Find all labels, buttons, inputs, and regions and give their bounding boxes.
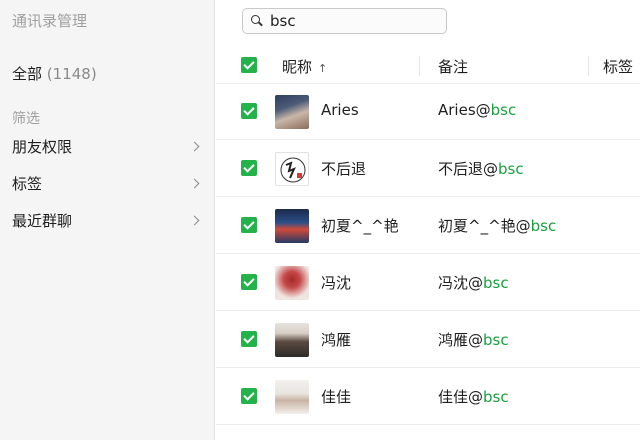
- row-checkbox[interactable]: [241, 103, 257, 119]
- all-label: 全部: [12, 65, 43, 83]
- table-row[interactable]: Aries Aries@bsc: [216, 84, 640, 140]
- row-checkbox[interactable]: [241, 217, 257, 233]
- row-checkbox[interactable]: [241, 274, 257, 290]
- avatar: [275, 209, 309, 243]
- search-icon: [251, 15, 263, 27]
- avatar: [275, 152, 309, 186]
- sidebar-item-recent-groups[interactable]: 最近群聊: [12, 208, 204, 232]
- sidebar-item-label: 标签: [12, 174, 43, 193]
- row-checkbox[interactable]: [241, 388, 257, 404]
- all-count: (1148): [46, 65, 97, 83]
- contact-nickname: 初夏^_^艳: [321, 217, 399, 235]
- row-checkbox[interactable]: [241, 331, 257, 347]
- contact-remark: 初夏^_^艳@bsc: [438, 217, 557, 235]
- search-box[interactable]: [242, 8, 447, 34]
- avatar: [275, 95, 309, 129]
- sidebar: 通讯录管理 全部 (1148) 筛选 朋友权限 标签 最近群聊: [0, 0, 215, 440]
- nickname-header-label: 昵称: [282, 58, 313, 76]
- chevron-right-icon: [189, 178, 200, 188]
- table-row[interactable]: 佳佳 佳佳@bsc: [216, 369, 640, 425]
- column-header-nickname[interactable]: 昵称 ↑: [282, 56, 327, 77]
- sidebar-item-label: 最近群聊: [12, 211, 73, 230]
- search-match-highlight: bsc: [498, 160, 524, 178]
- contact-nickname: 不后退: [321, 160, 367, 178]
- search-match-highlight: bsc: [483, 331, 509, 349]
- contact-remark: 不后退@bsc: [438, 160, 524, 178]
- table-row[interactable]: 冯沈 冯沈@bsc: [216, 255, 640, 311]
- column-header-tag[interactable]: 标签: [603, 56, 633, 77]
- contact-nickname: Aries: [321, 101, 359, 119]
- column-header-remark[interactable]: 备注: [438, 56, 468, 77]
- contact-remark: 鸿雁@bsc: [438, 331, 509, 349]
- sidebar-item-friend-permissions[interactable]: 朋友权限: [12, 134, 204, 158]
- table-row[interactable]: 鸿雁 鸿雁@bsc: [216, 312, 640, 368]
- search-input[interactable]: [270, 12, 440, 30]
- contact-remark: 佳佳@bsc: [438, 388, 509, 406]
- contact-nickname: 鸿雁: [321, 331, 352, 349]
- filter-section-label: 筛选: [12, 111, 40, 127]
- sidebar-item-all[interactable]: 全部 (1148): [12, 63, 97, 84]
- sidebar-item-tags[interactable]: 标签: [12, 171, 204, 195]
- avatar: [275, 266, 309, 300]
- select-all-checkbox[interactable]: [241, 57, 257, 73]
- search-match-highlight: bsc: [490, 101, 517, 119]
- contact-nickname: 冯沈: [321, 274, 352, 292]
- contact-remark: Aries@bsc: [438, 101, 517, 119]
- contact-remark: 冯沈@bsc: [438, 274, 509, 292]
- column-divider: [588, 56, 589, 76]
- contact-nickname: 佳佳: [321, 388, 352, 406]
- table-row[interactable]: 初夏^_^艳 初夏^_^艳@bsc: [216, 198, 640, 254]
- table-header: 昵称 ↑ 备注 标签: [216, 48, 640, 84]
- search-match-highlight: bsc: [483, 274, 509, 292]
- contact-list-panel: 昵称 ↑ 备注 标签 Aries Aries@bsc 不后退 不后退@bsc 初夏…: [216, 0, 640, 440]
- search-match-highlight: bsc: [483, 388, 509, 406]
- avatar: [275, 323, 309, 357]
- chevron-right-icon: [189, 141, 200, 151]
- avatar: [275, 380, 309, 414]
- table-row[interactable]: 不后退 不后退@bsc: [216, 141, 640, 197]
- app-title: 通讯录管理: [12, 12, 88, 30]
- sort-ascending-icon: ↑: [318, 62, 328, 75]
- search-match-highlight: bsc: [530, 217, 557, 235]
- row-checkbox[interactable]: [241, 160, 257, 176]
- chevron-right-icon: [189, 215, 200, 225]
- sidebar-item-label: 朋友权限: [12, 137, 73, 156]
- column-divider: [419, 56, 420, 76]
